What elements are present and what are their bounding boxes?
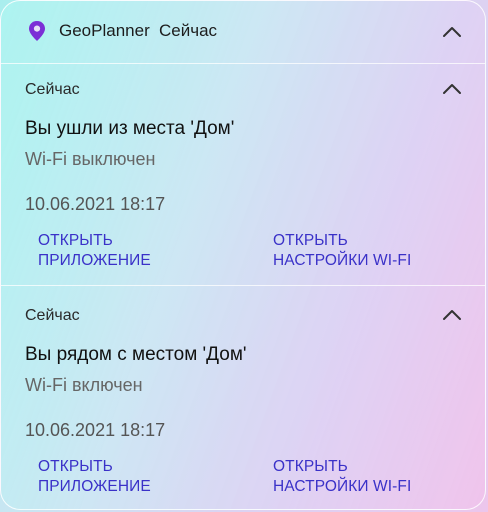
notification-title: Вы рядом с местом 'Дом' [25,344,247,365]
notification-card[interactable]: Сейчас Вы ушли из места 'Дом' Wi-Fi выкл… [1,63,485,285]
notification-subtitle: Wi-Fi выключен [25,149,156,169]
open-wifi-settings-button[interactable]: ОТКРЫТЬ НАСТРОЙКИ WI-FI [273,231,411,271]
app-name: GeoPlanner [59,21,150,40]
open-wifi-settings-button-line2: НАСТРОЙКИ WI-FI [273,478,412,495]
notification-title: Вы ушли из места 'Дом' [25,118,235,139]
open-wifi-settings-button[interactable]: ОТКРЫТЬ НАСТРОЙКИ WI-FI [273,457,411,497]
notification-date: 10.06.2021 18:17 [25,420,166,440]
open-app-button-line2: ПРИЛОЖЕНИЕ [38,478,151,495]
notification-date: 10.06.2021 18:17 [25,194,166,214]
notification-group-header[interactable]: GeoPlanner Сейчас [1,1,485,63]
collapse-notification-chevron-icon[interactable] [442,309,462,321]
divider [1,285,485,286]
notification-time: Сейчас [25,307,80,324]
open-app-button[interactable]: ОТКРЫТЬ ПРИЛОЖЕНИЕ [38,231,151,271]
notification-group: GeoPlanner Сейчас Сейчас Вы ушли из мест… [0,0,486,510]
collapse-notification-chevron-icon[interactable] [442,83,462,95]
open-app-button-line1: ОТКРЫТЬ [38,458,113,475]
open-app-button[interactable]: ОТКРЫТЬ ПРИЛОЖЕНИЕ [38,457,151,497]
notification-card[interactable]: Сейчас Вы рядом с местом 'Дом' Wi-Fi вкл… [1,289,485,509]
notification-time: Сейчас [25,81,80,98]
location-pin-icon [29,21,45,41]
notification-subtitle: Wi-Fi включен [25,375,143,395]
open-app-button-line1: ОТКРЫТЬ [38,232,113,249]
open-wifi-settings-button-line2: НАСТРОЙКИ WI-FI [273,252,412,269]
collapse-group-chevron-icon[interactable] [442,26,462,38]
open-wifi-settings-button-line1: ОТКРЫТЬ [273,458,348,475]
open-app-button-line2: ПРИЛОЖЕНИЕ [38,252,151,269]
header-time: Сейчас [159,21,218,40]
open-wifi-settings-button-line1: ОТКРЫТЬ [273,232,348,249]
